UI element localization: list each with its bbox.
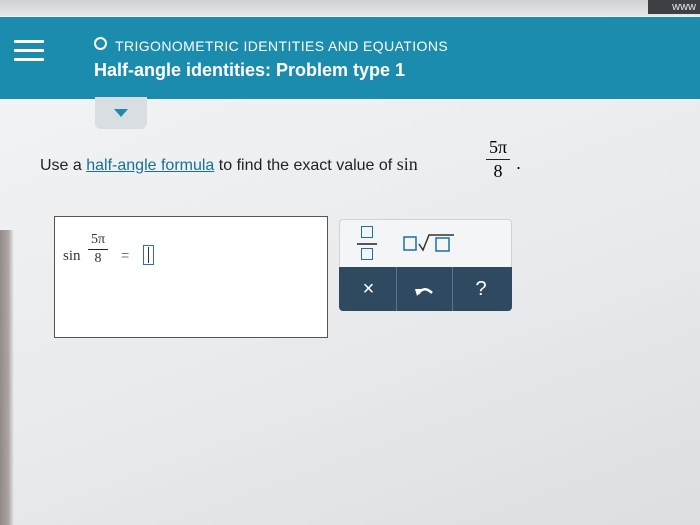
fraction-bar xyxy=(486,159,511,160)
answer-fraction: 5π 8 xyxy=(88,232,109,267)
chevron-down-icon xyxy=(114,109,128,117)
hamburger-menu-icon[interactable] xyxy=(14,36,46,66)
question-numerator: 5π xyxy=(489,137,508,157)
browser-top-bar xyxy=(0,0,700,16)
undo-button[interactable] xyxy=(397,267,453,311)
problem-title: Half-angle identities: Problem type 1 xyxy=(94,60,406,80)
help-button[interactable]: ? xyxy=(453,267,509,311)
expand-toggle-button[interactable] xyxy=(95,97,147,129)
half-angle-formula-link[interactable]: half-angle formula xyxy=(86,157,214,174)
square-root-template-icon[interactable] xyxy=(402,232,456,254)
topic-title: TRIGONOMETRIC IDENTITIES AND EQUATIONS xyxy=(115,38,449,54)
question-fraction: 5π 8 xyxy=(486,137,511,182)
photo-edge xyxy=(0,230,14,525)
clear-button[interactable]: × xyxy=(341,267,397,311)
fraction-bar xyxy=(88,249,109,250)
answer-numerator: 5π xyxy=(91,232,106,247)
question-denominator: 8 xyxy=(493,161,503,181)
question-function: sin xyxy=(396,154,418,174)
circle-outline-icon xyxy=(94,37,107,50)
question-period: . xyxy=(516,153,522,173)
answer-equals: = xyxy=(121,247,130,263)
fraction-template-icon[interactable] xyxy=(356,224,380,264)
question-text: Use a half-angle formula to find the exa… xyxy=(40,154,418,175)
browser-corner-tag: www xyxy=(648,0,700,14)
app-header xyxy=(0,17,700,99)
answer-function: sin xyxy=(63,248,81,264)
question-suffix: to find the exact value of xyxy=(218,157,393,174)
question-prefix: Use a xyxy=(40,157,82,174)
text-cursor xyxy=(148,247,149,263)
undo-arrow-icon xyxy=(414,287,433,296)
answer-denominator: 8 xyxy=(94,251,102,266)
